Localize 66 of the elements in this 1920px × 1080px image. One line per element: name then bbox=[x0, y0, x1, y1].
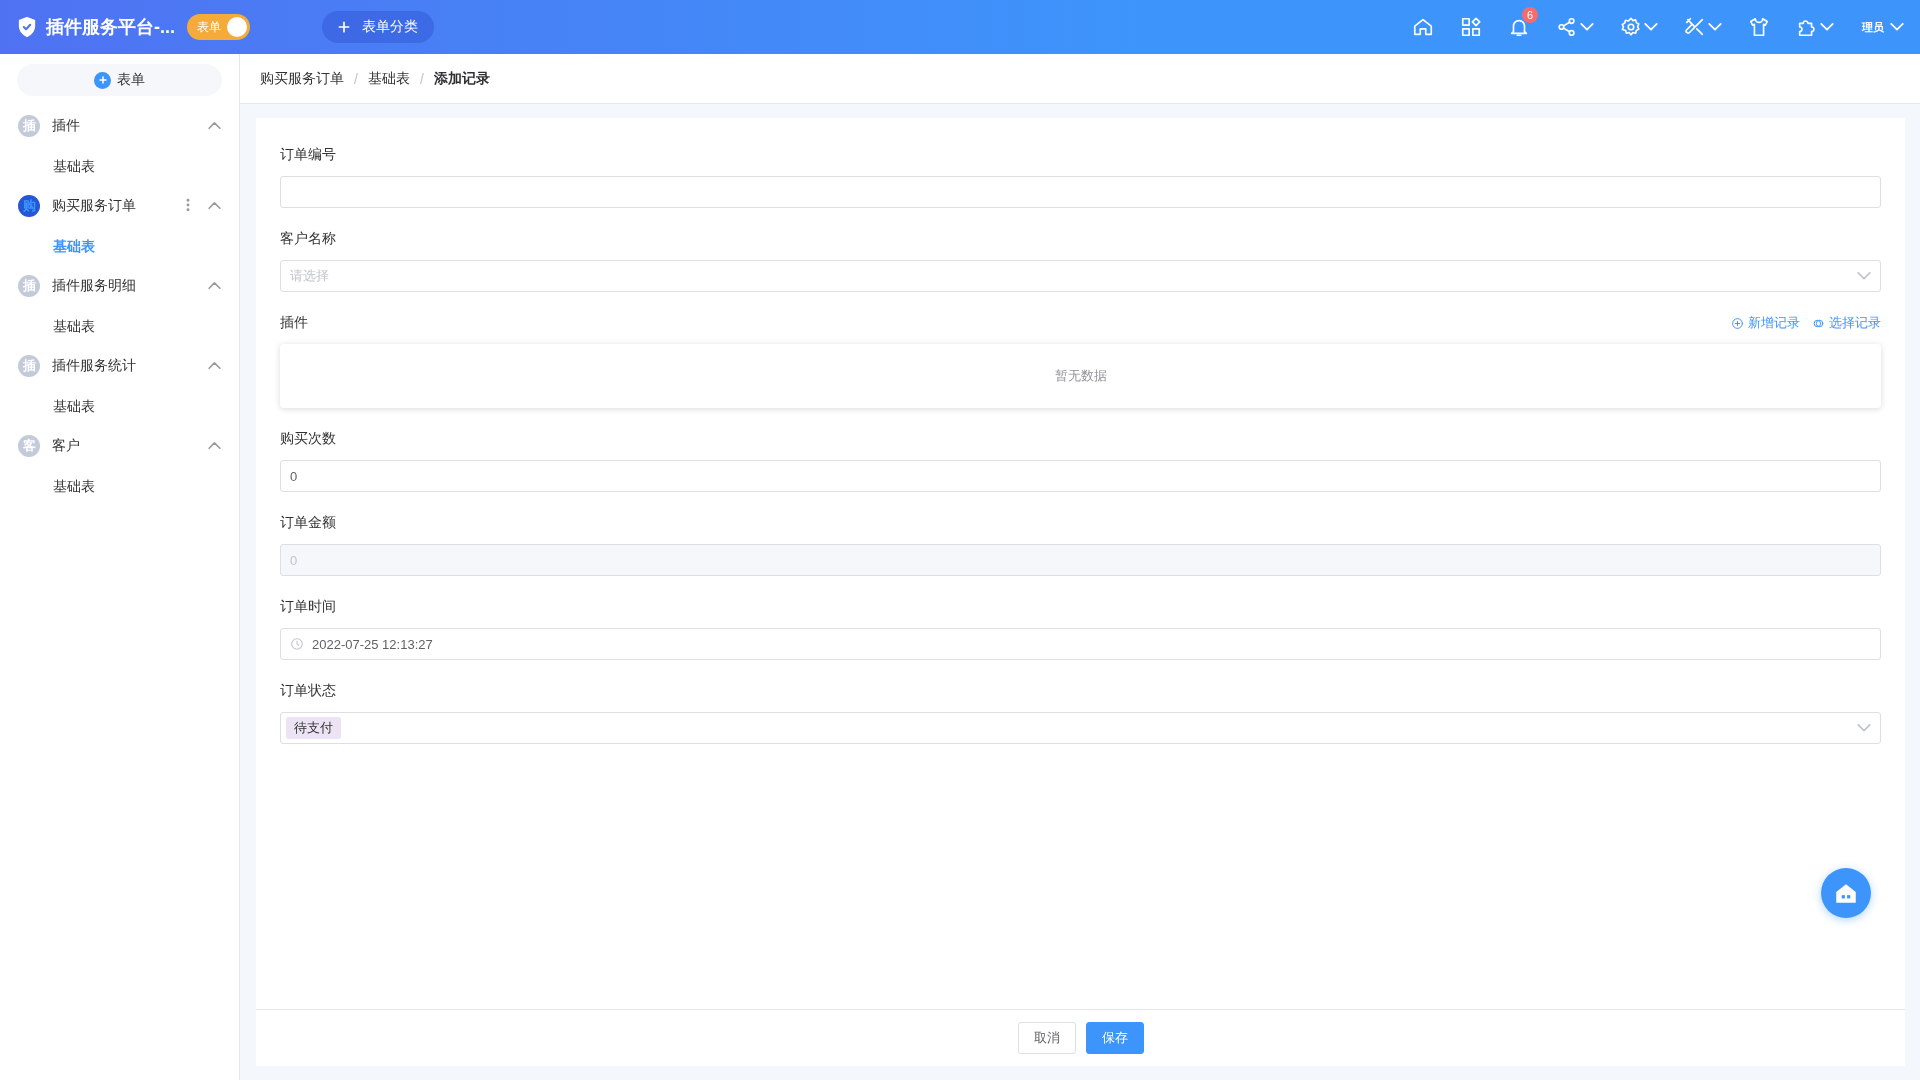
chevron-down-icon bbox=[1857, 272, 1871, 280]
shirt-button[interactable] bbox=[1748, 16, 1770, 38]
sidebar-item[interactable]: 基础表 bbox=[0, 146, 239, 186]
cancel-button[interactable]: 取消 bbox=[1017, 1022, 1076, 1054]
chevron-down-icon bbox=[1580, 23, 1594, 31]
sidebar-group[interactable]: 客户 bbox=[52, 437, 196, 455]
tools-button[interactable] bbox=[1684, 16, 1722, 38]
app-title: 插件服务平台-... bbox=[46, 16, 175, 39]
group-avatar: 插 bbox=[18, 115, 40, 137]
category-button[interactable]: 表单分类 bbox=[322, 11, 434, 43]
breadcrumb-item: 添加记录 bbox=[433, 69, 490, 88]
breadcrumb-item[interactable]: 购买服务订单 bbox=[260, 69, 344, 88]
datetime-field[interactable]: 2022-07-25 12:13:27 bbox=[280, 628, 1881, 660]
group-avatar: 购 bbox=[18, 195, 40, 217]
sidebar-item[interactable]: 基础表 bbox=[0, 466, 239, 506]
breadcrumb-item[interactable]: 基础表 bbox=[367, 69, 410, 88]
field-label: 订单金额 bbox=[280, 514, 337, 532]
sidebar-group[interactable]: 购买服务订单 bbox=[52, 197, 168, 215]
chevron-up-icon bbox=[208, 442, 221, 450]
plus-icon bbox=[336, 19, 352, 35]
shield-icon bbox=[16, 16, 38, 38]
home-icon bbox=[1412, 16, 1434, 38]
chevron-down-icon bbox=[1890, 23, 1904, 31]
sidebar-group[interactable]: 插件 bbox=[52, 117, 196, 135]
breadcrumb-separator: / bbox=[354, 70, 358, 87]
chevron-up-icon bbox=[208, 282, 221, 290]
shirt-icon bbox=[1748, 16, 1770, 38]
breadcrumb-separator: / bbox=[419, 70, 424, 87]
share-icon bbox=[1556, 16, 1578, 38]
empty-table: 暂无数据 bbox=[280, 344, 1881, 408]
chevron-down-icon bbox=[1857, 724, 1871, 732]
share-button[interactable] bbox=[1556, 16, 1594, 38]
add-form-button[interactable]: 表单 bbox=[17, 64, 222, 96]
select-field[interactable]: 待支付 bbox=[280, 712, 1881, 744]
field-label: 客户名称 bbox=[280, 230, 337, 248]
group-avatar: 插 bbox=[18, 355, 40, 377]
plus-icon bbox=[96, 74, 109, 86]
sidebar-group[interactable]: 插件服务统计 bbox=[52, 357, 196, 375]
chevron-down-icon bbox=[1708, 23, 1722, 31]
grid-button[interactable] bbox=[1460, 16, 1482, 38]
sidebar-item[interactable]: 基础表 bbox=[0, 386, 239, 426]
field-label: 购买次数 bbox=[280, 430, 337, 448]
home-button[interactable] bbox=[1821, 868, 1871, 918]
field-label: 订单时间 bbox=[280, 598, 337, 616]
chevron-down-icon bbox=[1820, 23, 1834, 31]
chevron-up-icon bbox=[208, 362, 221, 370]
settings-icon bbox=[1620, 16, 1642, 38]
home-button[interactable] bbox=[1412, 16, 1434, 38]
field-label: 订单编号 bbox=[280, 146, 337, 164]
group-avatar: 插 bbox=[18, 275, 40, 297]
field-label: 订单状态 bbox=[280, 682, 337, 700]
group-avatar: 客 bbox=[18, 435, 40, 457]
tools-icon bbox=[1684, 16, 1706, 38]
input-field[interactable] bbox=[280, 176, 1881, 208]
chevron-up-icon bbox=[208, 122, 221, 130]
field-label: 插件 bbox=[280, 314, 308, 332]
clock-icon bbox=[290, 637, 304, 651]
chevron-down-icon bbox=[1644, 23, 1658, 31]
grid-icon bbox=[1460, 16, 1482, 38]
plus-circle-icon bbox=[1731, 316, 1744, 330]
input-field[interactable]: 0 bbox=[280, 460, 1881, 492]
settings-button[interactable] bbox=[1620, 16, 1658, 38]
sidebar-group[interactable]: 插件服务明细 bbox=[52, 277, 196, 295]
notification-badge: 6 bbox=[1522, 7, 1538, 23]
sidebar-item[interactable]: 基础表 bbox=[0, 306, 239, 346]
chevron-up-icon bbox=[208, 202, 221, 210]
